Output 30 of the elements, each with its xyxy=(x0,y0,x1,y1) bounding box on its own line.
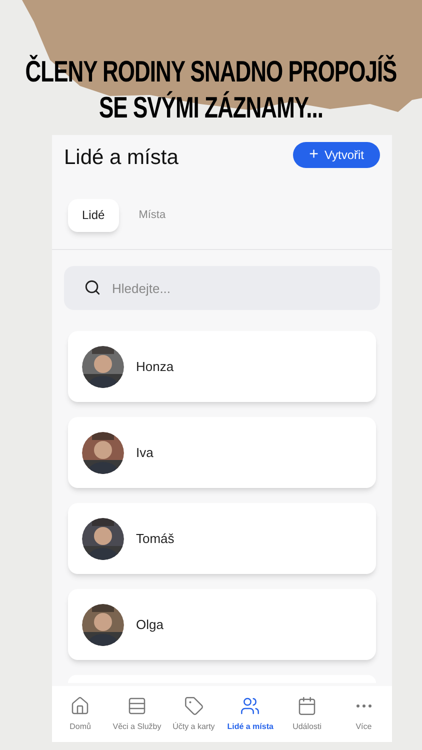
search-icon xyxy=(84,279,101,296)
person-name: Honza xyxy=(136,358,174,376)
headline-line: SE SVÝMI ZÁZNAMY... xyxy=(99,90,323,126)
search-field[interactable]: Hledejte... xyxy=(64,266,380,310)
nav-item[interactable]: Věci a Služby xyxy=(108,686,166,742)
people-icon xyxy=(240,696,260,716)
tab[interactable]: Místa xyxy=(128,198,176,232)
tab[interactable]: Lidé xyxy=(68,198,119,232)
list-icon xyxy=(127,696,147,716)
person-card[interactable]: Olga xyxy=(68,589,376,660)
person-name: Olga xyxy=(136,616,164,634)
home-icon xyxy=(70,696,90,716)
tag-icon xyxy=(184,696,204,716)
page-title: Lidé a místa xyxy=(64,145,178,172)
nav-item[interactable]: Události xyxy=(278,686,336,742)
plus-icon: + xyxy=(309,147,318,163)
nav-item[interactable]: Domů xyxy=(52,686,109,742)
nav-item[interactable]: Více xyxy=(335,686,392,742)
person-card[interactable]: Iva xyxy=(68,417,376,488)
calendar-icon xyxy=(297,696,318,716)
person-name: Tomáš xyxy=(136,530,174,548)
create-button[interactable]: + Vytvořit xyxy=(293,142,380,168)
nav-item[interactable]: Lidé a místa xyxy=(222,686,279,742)
create-label: Vytvořit xyxy=(324,147,364,164)
person-card[interactable]: Honza xyxy=(68,331,376,402)
person-name: Iva xyxy=(136,444,154,462)
nav-item[interactable]: Účty a karty xyxy=(165,686,222,742)
headline-line: ČLENY RODINY SNADNO PROPOJÍŠ xyxy=(25,54,397,90)
more-icon xyxy=(356,704,372,708)
person-card[interactable]: Tomáš xyxy=(68,503,376,574)
